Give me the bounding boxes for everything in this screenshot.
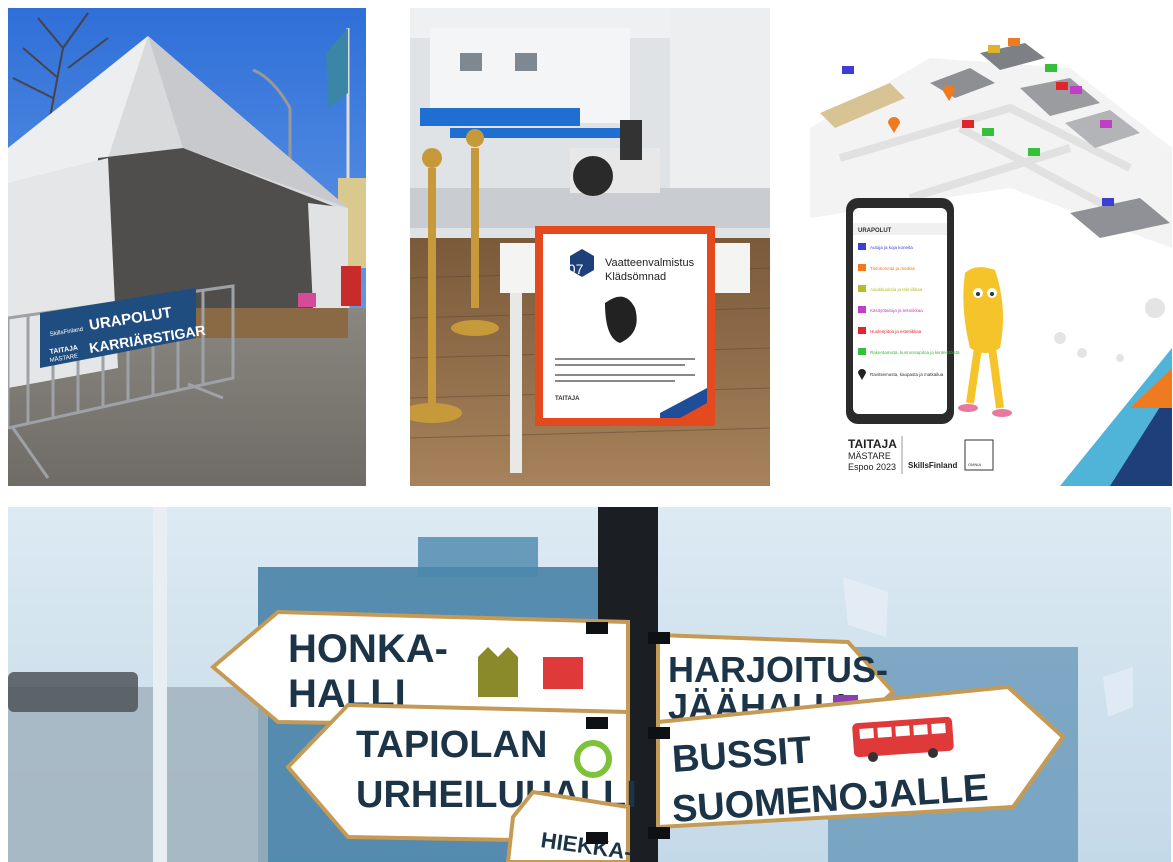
photo-signpost: HONKA- HALLI HARJOITUS- JÄÄHALLI TAPIOLA… — [8, 507, 1171, 862]
legend-item-label: Tietokoneita ja medias — [870, 266, 916, 271]
legend-flag-icon — [858, 243, 866, 250]
photo-sewing-station: 307 Vaatteenvalmistus Klädsömnad TAITAJA — [410, 8, 770, 486]
legend-flag-icon — [858, 348, 866, 355]
sign-honka-line1: HONKA- — [288, 627, 448, 671]
red-square-icon — [543, 657, 583, 689]
station-number: 307 — [560, 261, 584, 277]
legend-flag-icon — [858, 264, 866, 271]
legend-flag-icon — [858, 285, 866, 292]
brand-taitaja: TAITAJA — [848, 437, 897, 451]
brand-place: Espoo 2023 — [848, 462, 896, 472]
legend-flag-icon — [858, 306, 866, 313]
legend-item-label: Huolenpitoa ja estetiikkaa — [870, 329, 922, 334]
sign-tapiolan-line1: TAPIOLAN — [356, 724, 547, 766]
legend-item-label: Asiakkuuksia ja tekniikkaa — [870, 287, 923, 292]
sign-taitaja-logo: TAITAJA — [555, 396, 580, 402]
brand-mastare: MÄSTARE — [848, 451, 891, 461]
legend-pin-item: Ravitsemusta, kaupasta ja matkailua — [870, 372, 944, 377]
phone-title: URAPOLUT — [858, 228, 892, 234]
legend-item-label: Autoja ja koja koneita — [870, 245, 913, 250]
legend-flag-icon — [858, 327, 866, 334]
station-title-sv: Klädsömnad — [605, 271, 666, 283]
legend-item-label: Rakentamista, kunnossapitoa ja kiinteist… — [870, 350, 960, 355]
legend-item-label: Käsityötaitoja ja tekniikkaa — [870, 308, 923, 313]
photo-map-poster: URAPOLUT Autoja ja koja koneita Tietokone… — [810, 8, 1172, 486]
photo-tent: URAPOLUT KARRIÄRSTIGAR SkillsFinland TAI… — [8, 8, 366, 486]
sign-harjoitus-line1: HARJOITUS- — [668, 649, 888, 690]
station-title-fi: Vaatteenvalmistus — [605, 257, 695, 269]
brand-omnia: OMNIA — [968, 462, 981, 467]
brand-skillsfinland: SkillsFinland — [908, 461, 957, 470]
